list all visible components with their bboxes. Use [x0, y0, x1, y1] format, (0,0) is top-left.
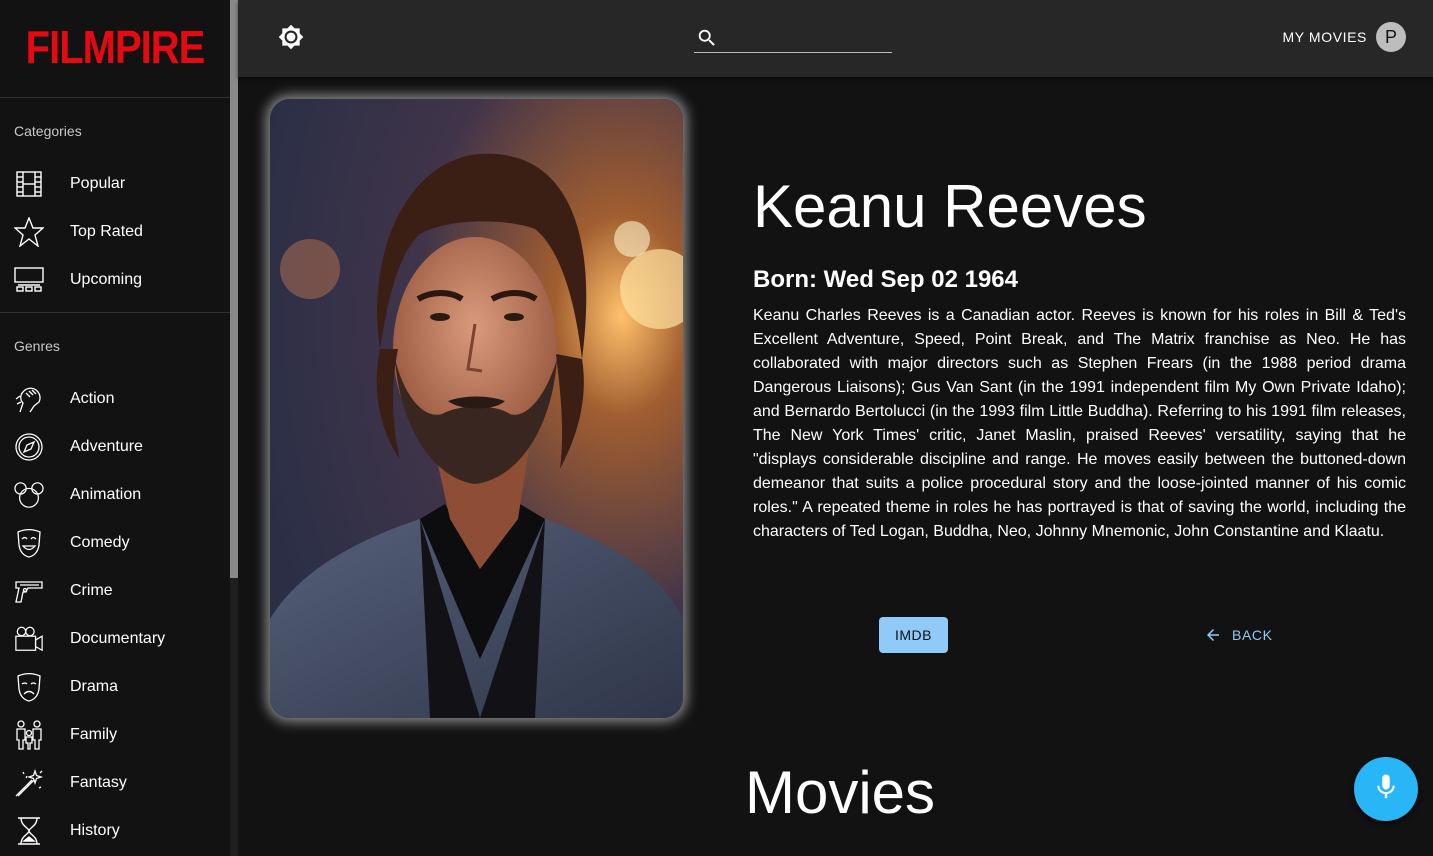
search-icon [696, 27, 718, 54]
sidebar-item-label: Popular [70, 175, 126, 192]
categories-header: Categories [14, 123, 82, 139]
actor-photo [270, 99, 683, 718]
drama-mask-icon [14, 672, 44, 702]
sidebar-item-label: Fantasy [70, 774, 127, 791]
sidebar-item-label: Action [70, 390, 115, 407]
actor-birthdate: Born: Wed Sep 02 1964 [753, 266, 1018, 293]
sidebar-item-label: Drama [70, 678, 119, 695]
star-icon [14, 217, 44, 247]
camera-icon [14, 624, 44, 654]
back-button[interactable]: BACK [1204, 617, 1273, 653]
theater-icon [14, 265, 44, 295]
sidebar-item-label: History [70, 822, 120, 839]
sidebar-item-animation[interactable]: Animation [0, 471, 230, 519]
sidebar-item-family[interactable]: Family [0, 711, 230, 759]
magic-wand-icon [14, 768, 44, 798]
sidebar-item-documentary[interactable]: Documentary [0, 615, 230, 663]
sidebar-item-label: Adventure [70, 438, 143, 455]
family-icon [14, 720, 44, 750]
avatar[interactable]: P [1376, 22, 1406, 52]
gun-icon [14, 576, 44, 606]
comedy-mask-icon [14, 528, 44, 558]
sidebar-item-fantasy[interactable]: Fantasy [0, 759, 230, 807]
movies-heading: Movies [745, 759, 936, 826]
sidebar-item-adventure[interactable]: Adventure [0, 423, 230, 471]
sidebar-item-label: Comedy [70, 534, 130, 551]
sidebar-item-comedy[interactable]: Comedy [0, 519, 230, 567]
top-app-bar: MY MOVIES P [238, 0, 1433, 77]
sidebar-item-upcoming[interactable]: Upcoming [0, 256, 230, 304]
brightness-icon [278, 24, 304, 54]
voice-command-button[interactable] [1354, 757, 1418, 821]
sidebar-item-history[interactable]: History [0, 807, 230, 855]
scrollbar-thumb[interactable] [230, 0, 238, 578]
sidebar-item-drama[interactable]: Drama [0, 663, 230, 711]
sidebar: FILMPIRE Categories Popular Top Rated Up… [0, 0, 230, 856]
sidebar-item-label: Documentary [70, 630, 166, 647]
genres-section: Genres Action Adventure Animation Comedy [0, 313, 230, 856]
sidebar-item-label: Crime [70, 582, 113, 599]
sidebar-item-popular[interactable]: Popular [0, 160, 230, 208]
search-bar [694, 22, 892, 53]
sidebar-item-crime[interactable]: Crime [0, 567, 230, 615]
categories-section: Categories Popular Top Rated Upcoming [0, 98, 230, 313]
compass-icon [14, 432, 44, 462]
genres-header: Genres [14, 338, 60, 354]
back-button-label: BACK [1232, 627, 1273, 643]
sidebar-item-label: Top Rated [70, 223, 143, 240]
hourglass-icon [14, 816, 44, 846]
my-movies-button[interactable]: MY MOVIES [1283, 29, 1368, 45]
actor-name: Keanu Reeves [753, 173, 1147, 240]
sidebar-item-action[interactable]: Action [0, 375, 230, 423]
filmpire-logo: FILMPIRE [25, 22, 206, 74]
arrow-back-icon [1204, 626, 1222, 644]
imdb-button[interactable]: IMDB [879, 617, 948, 653]
mouse-ears-icon [14, 480, 44, 510]
film-icon [14, 169, 44, 199]
sidebar-item-label: Family [70, 726, 118, 743]
search-input[interactable] [724, 24, 884, 50]
sidebar-item-top-rated[interactable]: Top Rated [0, 208, 230, 256]
theme-toggle-button[interactable] [278, 24, 304, 50]
microphone-icon [1371, 770, 1401, 809]
fist-icon [14, 384, 44, 414]
actor-biography: Keanu Charles Reeves is a Canadian actor… [753, 307, 1406, 540]
logo-link[interactable]: FILMPIRE [0, 0, 230, 98]
sidebar-scrollbar[interactable] [230, 0, 238, 856]
sidebar-item-label: Upcoming [70, 271, 143, 288]
sidebar-item-label: Animation [70, 486, 142, 503]
